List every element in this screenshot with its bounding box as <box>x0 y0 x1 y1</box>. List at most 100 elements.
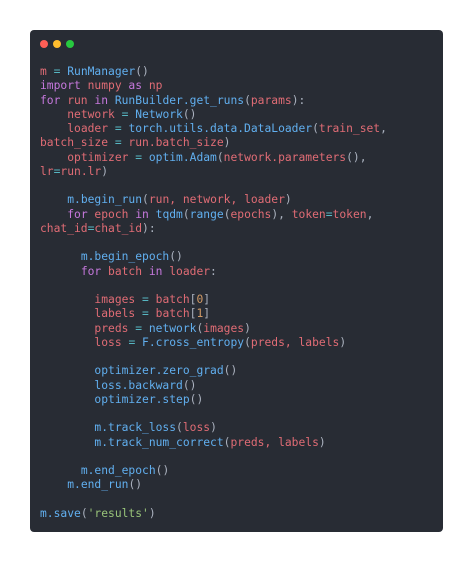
code-token-default <box>40 379 94 392</box>
code-token-default: ) <box>148 506 156 520</box>
code-line: m.track_num_correct(preds, labels) <box>40 436 439 450</box>
code-token-ident: token <box>291 207 326 221</box>
code-token-ident: params <box>250 93 292 107</box>
code-token-ident: batch <box>101 264 149 278</box>
code-token-op: = <box>108 122 129 135</box>
code-token-ident: batch_size <box>40 136 109 150</box>
code-token-default: ( <box>244 93 251 107</box>
code-line: m = RunManager() <box>40 65 439 79</box>
code-token-ident: epochs <box>230 207 272 221</box>
code-line: loss = F.cross_entropy(preds, labels) <box>40 336 439 350</box>
code-token-default <box>40 421 94 434</box>
code-token-keyword: in <box>94 93 109 107</box>
code-token-default <box>40 336 94 349</box>
code-token-default: ( <box>216 150 224 164</box>
code-token-ident: train_set <box>318 122 381 135</box>
code-token-default: ( <box>312 122 319 135</box>
code-token-op: = <box>135 307 156 321</box>
code-token-default: () <box>169 250 183 264</box>
code-token-ident: loss <box>182 421 211 435</box>
code-token-default: () <box>128 478 143 492</box>
code-line: optimizer.step() <box>40 393 439 407</box>
code-token-default: ) <box>284 193 292 207</box>
code-token-ident: token <box>332 207 367 221</box>
code-token-default: ) <box>318 435 326 449</box>
code-token-op: = <box>128 321 149 335</box>
code-token-default: ) <box>101 164 109 178</box>
code-line: images = batch[0] <box>40 293 439 307</box>
code-token-ident: optimizer <box>67 150 129 164</box>
code-token-default <box>40 393 94 406</box>
code-line: preds = network(images) <box>40 322 439 336</box>
code-token-ident: chat_id <box>94 221 143 235</box>
code-token-func: m.begin_run <box>67 193 143 207</box>
code-token-keyword: in <box>135 207 149 221</box>
code-token-default: ), <box>271 207 292 221</box>
code-token-default: , <box>366 207 374 221</box>
code-token-keyword: for <box>40 93 61 107</box>
code-token-default: ( <box>176 421 183 435</box>
code-token-default <box>40 122 67 135</box>
code-line: m.end_run() <box>40 478 439 492</box>
code-token-func: network <box>148 321 197 335</box>
code-token-ident: network.parameters <box>223 150 347 164</box>
window-controls <box>40 40 74 48</box>
code-token-func: loss.backward <box>94 378 183 392</box>
code-token-ident: np <box>142 79 163 93</box>
code-line: import numpy as np <box>40 79 439 93</box>
code-token-default <box>40 364 94 377</box>
code-token-default: () <box>135 65 149 78</box>
code-token-func: RunBuilder.get_runs <box>108 93 245 107</box>
code-token-default <box>40 151 67 164</box>
code-token-op: = <box>135 293 156 306</box>
code-line: network = Network() <box>40 108 439 122</box>
code-token-func: F.cross_entropy <box>142 335 245 349</box>
code-token-func: m.track_loss <box>94 421 177 435</box>
code-token-ident: loader <box>162 264 211 278</box>
code-token-keyword: in <box>148 264 163 278</box>
code-line: for batch in loader: <box>40 265 439 279</box>
code-line: m.begin_epoch() <box>40 250 439 264</box>
code-token-func: m.begin_epoch <box>80 250 170 264</box>
code-token-ident: network <box>67 107 115 121</box>
code-token-default: ( <box>182 207 190 221</box>
code-token-keyword: as <box>128 79 143 93</box>
code-token-func: m.track_num_correct <box>94 435 224 449</box>
code-token-ident: run <box>60 93 95 107</box>
code-line: labels = batch[1] <box>40 307 439 321</box>
code-token-func: tqdm <box>148 207 183 221</box>
code-token-keyword: for <box>80 264 102 278</box>
code-token-func: torch.utils.data.DataLoader <box>128 122 313 135</box>
maximize-button-dot[interactable] <box>66 40 74 48</box>
code-token-ident: preds <box>94 321 129 335</box>
code-token-default <box>40 250 81 263</box>
code-line: loss.backward() <box>40 379 439 393</box>
code-line: loader = torch.utils.data.DataLoader(tra… <box>40 122 439 136</box>
code-token-default: : <box>210 264 217 278</box>
code-token-default: ( <box>142 193 149 207</box>
code-token-default <box>40 322 94 335</box>
code-token-op: = <box>128 150 149 164</box>
code-token-default: () <box>182 378 197 392</box>
code-token-ident: run, network, loader <box>148 193 285 207</box>
code-token-default: (), <box>346 150 367 164</box>
code-line: optimizer.zero_grad() <box>40 364 439 378</box>
code-token-func: optim.Adam <box>148 150 217 164</box>
code-token-default <box>40 478 67 491</box>
code-line: lr=run.lr) <box>40 165 439 179</box>
code-token-default: ( <box>80 506 88 520</box>
code-token-op: = <box>46 65 68 78</box>
code-token-default <box>40 293 94 306</box>
code-token-default: ) <box>223 136 231 150</box>
code-token-ident: epoch <box>87 207 136 221</box>
close-button-dot[interactable] <box>40 40 48 48</box>
code-token-func: optimizer.step <box>94 392 190 406</box>
code-token-default: ): <box>142 221 156 235</box>
code-token-default: , <box>380 122 387 135</box>
minimize-button-dot[interactable] <box>53 40 61 48</box>
code-token-op: = <box>325 207 333 221</box>
